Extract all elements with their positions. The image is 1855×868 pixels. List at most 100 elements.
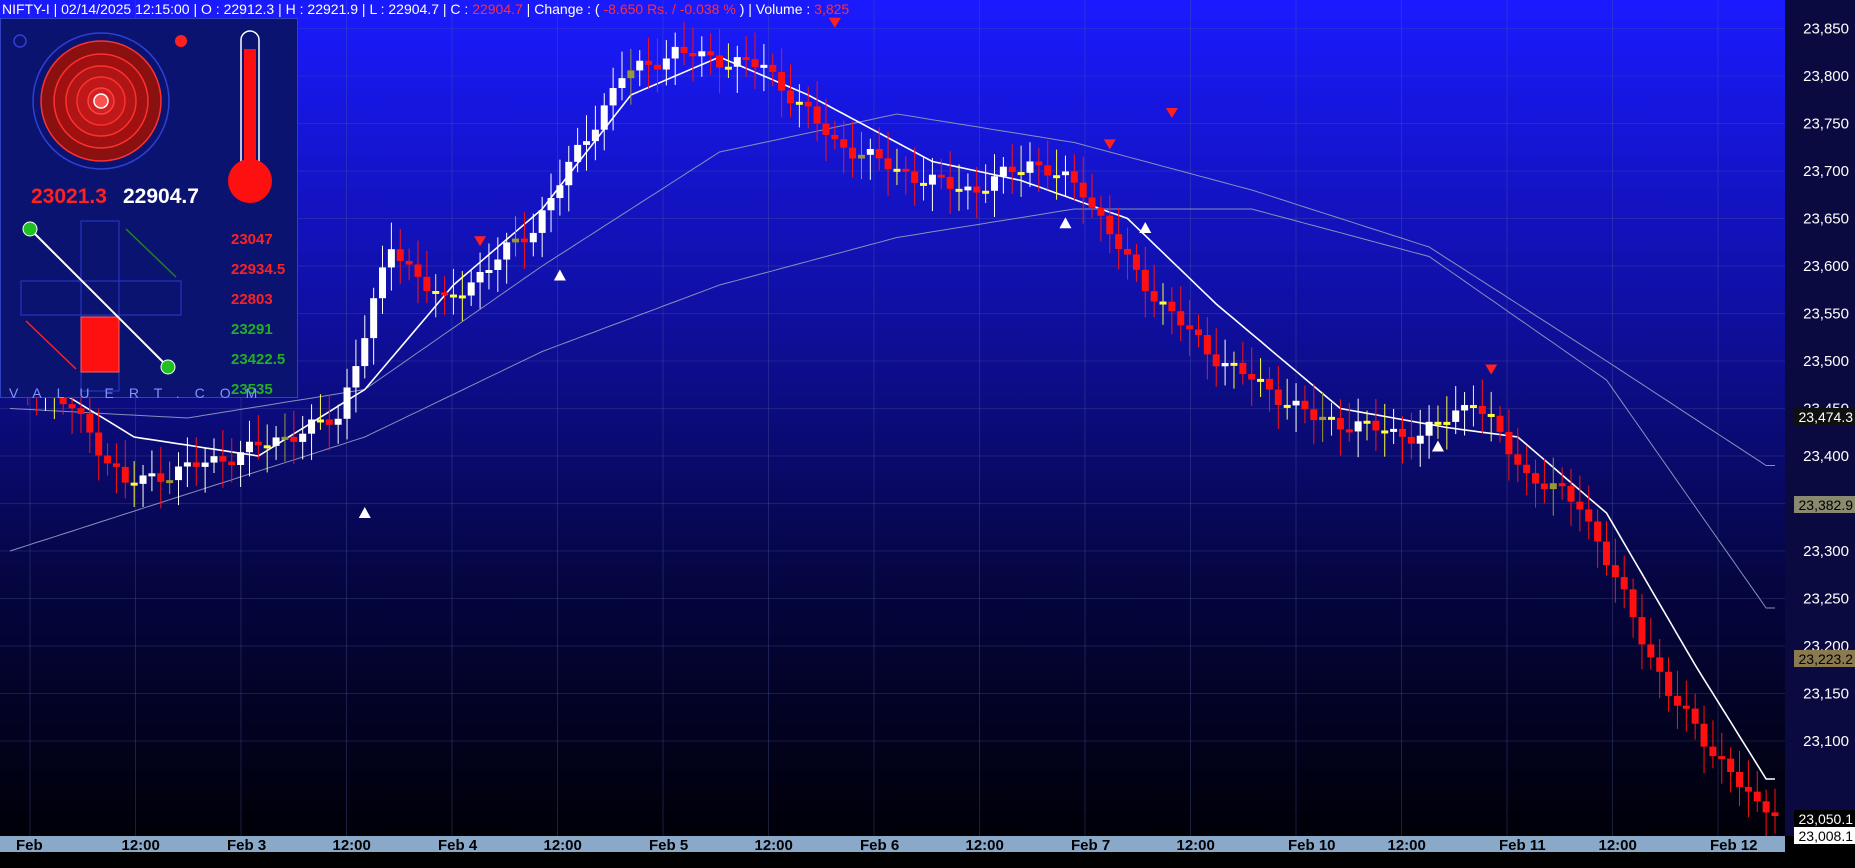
quote-header: NIFTY-I | 02/14/2025 12:15:00 | O : 2291… <box>2 1 850 17</box>
x-tick-label: 12:00 <box>1177 837 1215 854</box>
candle-body <box>1727 758 1735 773</box>
candle-body <box>1363 420 1371 424</box>
candle-body <box>751 59 759 67</box>
y-tick-label: 23,250 <box>1803 591 1849 608</box>
candle-body <box>795 101 803 105</box>
candle-body <box>973 186 981 193</box>
y-tick-label: 23,700 <box>1803 163 1849 180</box>
candle-body <box>1576 501 1584 510</box>
candle-body <box>1700 723 1708 747</box>
red-dot-icon <box>175 35 187 47</box>
candle-body <box>1585 509 1593 522</box>
candle-body <box>494 259 502 271</box>
candle-body <box>1753 791 1761 802</box>
candle-body <box>148 473 156 477</box>
level-value: 23291 <box>231 321 273 338</box>
chart-window: 23,10023,15023,20023,25023,30023,35023,4… <box>0 0 1855 868</box>
candle-body <box>583 141 591 145</box>
candle-body <box>423 276 431 291</box>
x-tick-label: 12:00 <box>1599 837 1637 854</box>
candle-body <box>1673 695 1681 706</box>
candle-body <box>1265 378 1273 390</box>
x-tick-label: Feb 12 <box>1710 837 1758 854</box>
candle-body <box>520 238 528 243</box>
candle-body <box>999 166 1007 177</box>
candle-body <box>503 242 511 260</box>
candle-body <box>902 168 910 172</box>
candle-body <box>1274 389 1282 405</box>
candle-body <box>1079 182 1087 198</box>
candle-body <box>1407 436 1415 444</box>
x-tick-label: Feb 6 <box>860 837 899 854</box>
candle-body <box>379 267 387 299</box>
candle-body <box>937 174 945 178</box>
candle-body <box>325 419 333 425</box>
candle-body <box>281 436 289 440</box>
candle-body <box>964 186 972 191</box>
candle-body <box>1088 197 1096 208</box>
candle-body <box>733 57 741 67</box>
red-diagonal <box>25 320 77 370</box>
y-tick-label: 23,500 <box>1803 353 1849 370</box>
bar-indicator <box>80 316 120 373</box>
candle-body <box>565 161 573 186</box>
cross-horizontal <box>20 280 182 316</box>
x-tick-label: 12:00 <box>122 837 160 854</box>
candle-body <box>95 432 103 456</box>
candle-body <box>866 149 874 155</box>
candle-body <box>1478 405 1486 414</box>
candle-body <box>680 46 688 53</box>
candle-body <box>1647 644 1655 658</box>
candle-body <box>1168 301 1176 312</box>
x-tick-label: 12:00 <box>755 837 793 854</box>
candle-body <box>636 60 644 71</box>
thermometer-bulb <box>228 159 272 203</box>
candle-body <box>370 298 378 339</box>
candle-body <box>387 249 395 268</box>
x-axis-lower <box>0 852 1855 868</box>
candle-body <box>946 176 954 189</box>
candle-body <box>1248 374 1256 380</box>
candle-body <box>538 210 546 233</box>
candle-body <box>1008 166 1016 173</box>
candle-body <box>1141 269 1149 292</box>
candle-body <box>600 105 608 130</box>
y-tick-label: 23,550 <box>1803 306 1849 323</box>
candle-body <box>911 171 919 183</box>
candle-body <box>1762 801 1770 813</box>
green-diagonal <box>125 228 177 278</box>
candle-body <box>778 71 786 91</box>
candle-body <box>139 475 147 484</box>
candle-body <box>1159 301 1167 305</box>
candle-body <box>813 106 821 124</box>
candle-body <box>884 158 892 170</box>
brand-watermark: VALUERT.COM <box>9 385 273 401</box>
candle-body <box>1097 207 1105 216</box>
candle-body <box>1026 161 1034 173</box>
candle-body <box>1594 521 1602 542</box>
candle-body <box>698 51 706 57</box>
x-tick-label: 12:00 <box>333 837 371 854</box>
candle-body <box>512 238 520 243</box>
candle-body <box>1194 329 1202 335</box>
candle-body <box>1452 410 1460 422</box>
volume-prefix: Volume : <box>755 1 811 17</box>
candle-body <box>1061 171 1069 176</box>
candle-body <box>1718 756 1726 760</box>
candle-body <box>1620 577 1628 590</box>
candle-body <box>1230 362 1238 366</box>
candle-body <box>121 466 129 483</box>
candle-body <box>183 462 191 467</box>
candle-body <box>237 452 245 465</box>
last-value-label: 23,474.3 <box>1799 409 1854 425</box>
candle-body <box>875 149 883 159</box>
candle-body <box>441 292 449 296</box>
candle-body <box>343 387 351 419</box>
candle-body <box>112 463 120 467</box>
candle-body <box>760 64 768 68</box>
candle-body <box>982 190 990 194</box>
candle-body <box>245 441 253 453</box>
candle-body <box>1487 413 1495 417</box>
candle-body <box>1035 161 1043 166</box>
candle-body <box>192 462 200 467</box>
